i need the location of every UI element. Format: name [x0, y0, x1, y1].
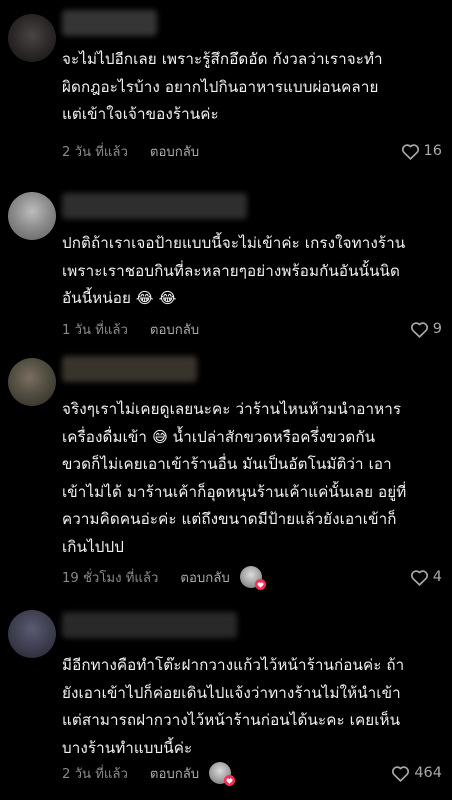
- reply-button[interactable]: ตอบกลับ: [150, 763, 199, 784]
- username-blurred[interactable]: [62, 356, 197, 382]
- heart-outline-icon: [410, 569, 428, 586]
- comment-time: 19 ชั่วโมง ที่แล้ว: [62, 570, 159, 586]
- like-button[interactable]: 16: [401, 140, 442, 162]
- comment-time: 2 วัน ที่แล้ว: [62, 766, 128, 782]
- comment-text: ปกติถ้าเราเจอป้ายแบบนี้จะไม่เข้าค่ะ เกรง…: [62, 234, 406, 307]
- heart-badge-icon: [254, 579, 266, 590]
- comment-time: 1 วัน ที่แล้ว: [62, 322, 128, 338]
- comment-text: มีอีกทางคือทำโต๊ะฝากวางแก้วไว้หน้าร้านก่…: [62, 656, 405, 757]
- comment-text: จะไม่ไปอีกเลย เพราะรู้สึกอึดอัด กังวลว่า…: [62, 50, 383, 123]
- heart-outline-icon: [392, 765, 410, 782]
- creator-liked-avatar: [239, 566, 266, 590]
- avatar[interactable]: [8, 358, 56, 406]
- heart-outline-icon: [401, 143, 419, 160]
- reply-button[interactable]: ตอบกลับ: [150, 141, 199, 162]
- comment-meta: 2 วัน ที่แล้ว ตอบกลับ: [62, 140, 199, 162]
- like-button[interactable]: 9: [410, 318, 442, 340]
- comment-meta: 2 วัน ที่แล้ว ตอบกลับ: [62, 762, 236, 786]
- heart-badge-icon: [224, 775, 236, 786]
- like-count: 16: [423, 143, 442, 159]
- like-button[interactable]: 464: [391, 762, 442, 784]
- like-count: 9: [432, 321, 442, 337]
- like-count: 464: [414, 765, 442, 781]
- username-blurred[interactable]: [62, 193, 247, 219]
- heart-outline-icon: [410, 321, 428, 338]
- username-blurred[interactable]: [62, 612, 237, 638]
- like-button[interactable]: 4: [410, 566, 442, 588]
- reply-button[interactable]: ตอบกลับ: [180, 567, 229, 588]
- reply-button[interactable]: ตอบกลับ: [150, 319, 199, 340]
- comment-text: จริงๆเราไม่เคยดูเลยนะคะ ว่าร้านไหนห้ามนำ…: [62, 400, 407, 556]
- creator-liked-avatar: [209, 762, 236, 786]
- username-blurred[interactable]: [62, 10, 157, 36]
- comment-time: 2 วัน ที่แล้ว: [62, 144, 128, 160]
- comment-meta: 19 ชั่วโมง ที่แล้ว ตอบกลับ: [62, 566, 266, 590]
- comment-meta: 1 วัน ที่แล้ว ตอบกลับ: [62, 318, 199, 340]
- avatar[interactable]: [8, 610, 56, 658]
- avatar[interactable]: [8, 14, 56, 62]
- avatar[interactable]: [8, 192, 56, 240]
- like-count: 4: [432, 569, 442, 585]
